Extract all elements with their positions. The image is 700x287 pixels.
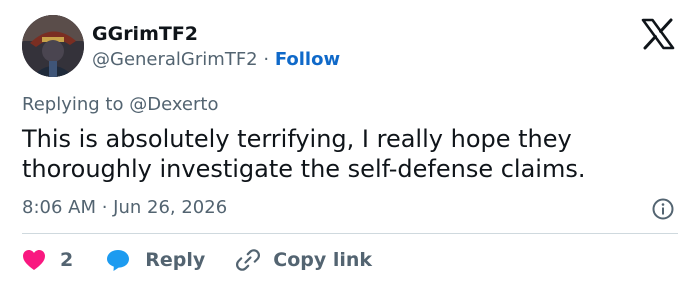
replying-to-label: Replying to [22,94,124,115]
replying-to: Replying to @Dexerto [22,93,218,117]
author-handle[interactable]: @GeneralGrimTF2 [92,49,258,70]
link-icon [235,247,261,273]
divider [22,233,678,234]
info-icon[interactable] [651,197,675,221]
x-logo-icon[interactable] [640,18,676,50]
like-button[interactable]: 2 [22,246,73,274]
follow-button[interactable]: Follow [275,49,340,70]
reply-label: Reply [145,249,206,271]
author-meta: @GeneralGrimTF2 · Follow [92,48,340,72]
author-avatar[interactable] [22,15,84,77]
reply-button[interactable]: Reply [105,246,205,274]
copy-link-button[interactable]: Copy link [235,246,372,274]
action-bar: 2 Reply Copy link [22,246,372,274]
speech-bubble-icon [105,248,131,272]
author-display-name[interactable]: GGrimTF2 [92,22,198,46]
tweet-card: GGrimTF2 @GeneralGrimTF2 · Follow Replyi… [0,0,700,287]
heart-icon [22,249,46,271]
like-count: 2 [60,249,74,271]
meta-separator: · [263,49,270,70]
replying-to-handle[interactable]: @Dexerto [129,94,218,115]
tweet-text: This is absolutely terrifying, I really … [22,125,586,183]
copy-link-label: Copy link [273,249,373,271]
tweet-timestamp[interactable]: 8:06 AM · Jun 26, 2026 [22,196,227,220]
